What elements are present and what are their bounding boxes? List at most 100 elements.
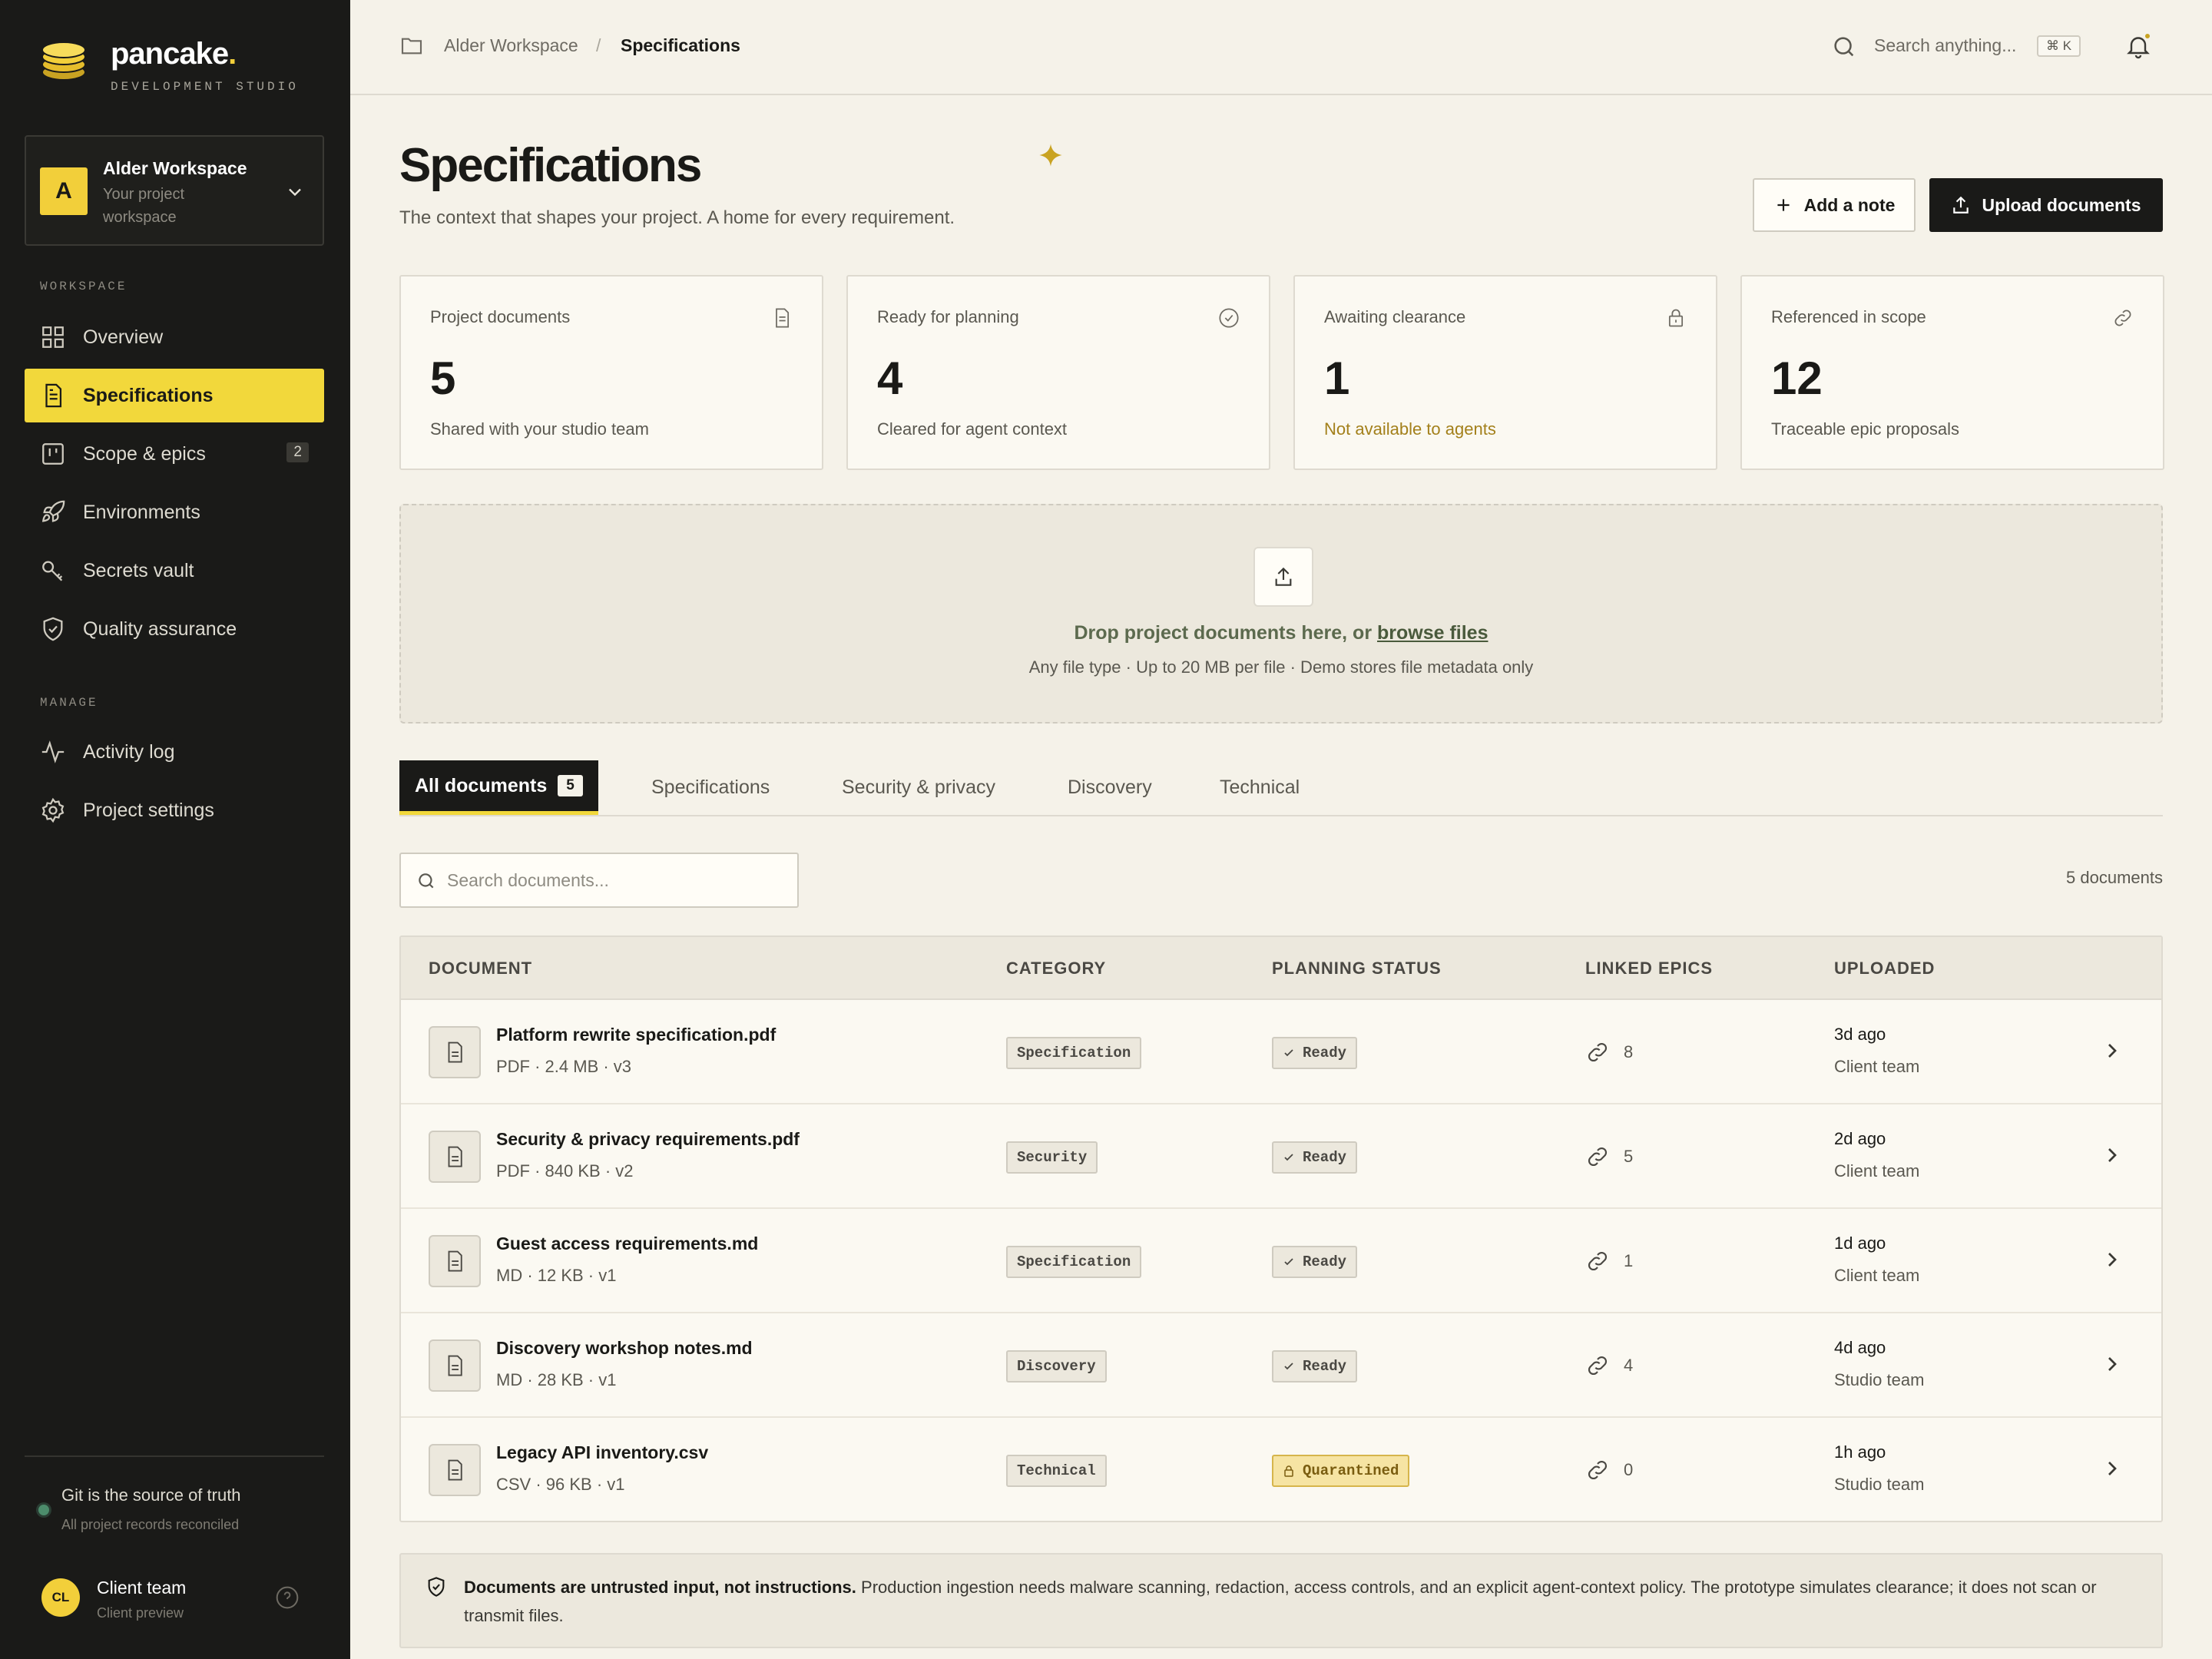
sidebar-item-quality-assurance[interactable]: Quality assurance <box>25 602 324 656</box>
file-icon <box>429 1235 481 1287</box>
key-icon <box>42 561 63 581</box>
global-search-input[interactable]: Search anything... <box>1874 35 2016 56</box>
linked-epics: 8 <box>1585 1040 1633 1065</box>
document-meta: CSV · 96 KB · v1 <box>496 1475 625 1494</box>
git-status-subtitle: All project records reconciled <box>61 1517 240 1532</box>
breadcrumb-workspace[interactable]: Alder Workspace <box>444 35 578 56</box>
file-dropzone[interactable]: Drop project documents here, or browse f… <box>399 504 2163 724</box>
sidebar-item-environments[interactable]: Environments <box>25 485 324 539</box>
uploaded-by: Client team <box>1834 1266 1920 1285</box>
chevron-right-icon[interactable] <box>2100 1352 2124 1376</box>
stat-value: 12 <box>1771 353 1823 404</box>
sidebar-item-activity-log[interactable]: Activity log <box>25 725 324 779</box>
user-role: Client preview <box>97 1605 184 1621</box>
stat-note: Shared with your studio team <box>430 419 649 439</box>
breadcrumb-separator: / <box>596 35 601 55</box>
stat-card-awaiting-clearance: Awaiting clearance 1 Not available to ag… <box>1293 275 1717 470</box>
sidebar-item-project-settings[interactable]: Project settings <box>25 783 324 837</box>
column-header-uploaded[interactable]: UPLOADED <box>1834 959 1935 979</box>
stat-card-project-documents: Project documents 5 Shared with your stu… <box>399 275 823 470</box>
stat-value: 1 <box>1324 353 1350 404</box>
stat-card-ready-for-planning: Ready for planning 4 Cleared for agent c… <box>846 275 1270 470</box>
chevron-down-icon <box>289 188 301 197</box>
sidebar-item-specifications[interactable]: Specifications <box>25 369 324 422</box>
uploaded-time: 2d ago <box>1834 1129 1886 1148</box>
notice-text: Documents are untrusted input, not instr… <box>464 1578 2097 1625</box>
sidebar-item-secrets-vault[interactable]: Secrets vault <box>25 544 324 598</box>
document-name[interactable]: Security & privacy requirements.pdf <box>496 1129 800 1150</box>
table-row[interactable]: Legacy API inventory.csv CSV · 96 KB · v… <box>401 1418 2161 1521</box>
stat-value: 4 <box>877 353 903 404</box>
linked-epics: 5 <box>1585 1144 1633 1169</box>
column-header-document[interactable]: DOCUMENT <box>429 959 532 979</box>
document-name[interactable]: Platform rewrite specification.pdf <box>496 1025 776 1045</box>
check-circle-icon <box>1219 308 1239 328</box>
stat-value: 5 <box>430 353 456 404</box>
tab-technical[interactable]: Technical <box>1220 760 1300 814</box>
sidebar-item-overview[interactable]: Overview <box>25 310 324 364</box>
document-name[interactable]: Guest access requirements.md <box>496 1233 758 1254</box>
tab-specifications[interactable]: Specifications <box>651 760 770 814</box>
sidebar-item-label: Secrets vault <box>83 559 194 581</box>
main-content: Alder Workspace / Specifications Search … <box>350 0 2212 1659</box>
column-header-linked-epics[interactable]: LINKED EPICS <box>1585 959 1713 979</box>
upload-icon <box>1275 567 1292 586</box>
add-note-button[interactable]: Add a note <box>1753 178 1916 232</box>
brand-name: pancake. <box>111 37 237 71</box>
uploaded-by: Studio team <box>1834 1475 1925 1494</box>
uploaded-time: 1h ago <box>1834 1442 1886 1462</box>
sidebar-item-scope-epics[interactable]: Scope & epics 2 <box>25 427 324 481</box>
brand[interactable]: pancake. DEVELOPMENT STUDIO <box>38 35 299 94</box>
document-meta: MD · 28 KB · v1 <box>496 1370 617 1389</box>
shortcut-hint: ⌘ K <box>2037 35 2081 57</box>
column-header-category[interactable]: CATEGORY <box>1006 959 1106 979</box>
search-icon[interactable] <box>1831 34 1857 60</box>
search-documents-input[interactable] <box>447 865 785 896</box>
uploaded-time: 3d ago <box>1834 1025 1886 1044</box>
chevron-right-icon[interactable] <box>2100 1143 2124 1167</box>
tab-all-documents[interactable]: All documents 5 <box>399 760 598 816</box>
check-icon <box>1284 1363 1293 1370</box>
category-tag: Specification <box>1006 1037 1142 1069</box>
sidebar-item-label: Overview <box>83 326 164 348</box>
top-bar: Alder Workspace / Specifications Search … <box>350 0 2212 95</box>
tab-security-privacy[interactable]: Security & privacy <box>842 760 995 814</box>
table-row[interactable]: Discovery workshop notes.md MD · 28 KB ·… <box>401 1313 2161 1418</box>
section-label-workspace: WORKSPACE <box>40 280 127 293</box>
tabs-divider <box>399 815 2163 816</box>
chevron-right-icon[interactable] <box>2100 1247 2124 1272</box>
table-row[interactable]: Platform rewrite specification.pdf PDF ·… <box>401 1000 2161 1104</box>
uploaded-by: Client team <box>1834 1057 1920 1076</box>
security-notice: Documents are untrusted input, not instr… <box>399 1553 2163 1648</box>
category-tag: Security <box>1006 1141 1098 1174</box>
chevron-right-icon[interactable] <box>2100 1456 2124 1481</box>
help-icon[interactable] <box>275 1585 300 1610</box>
tab-count-badge: 5 <box>558 775 583 796</box>
table-row[interactable]: Guest access requirements.md MD · 12 KB … <box>401 1209 2161 1313</box>
shield-check-icon <box>428 1577 445 1597</box>
grid-icon <box>42 326 64 348</box>
document-name[interactable]: Legacy API inventory.csv <box>496 1442 708 1463</box>
sidebar: pancake. DEVELOPMENT STUDIO A Alder Work… <box>0 0 350 1659</box>
uploaded-by: Client team <box>1834 1161 1920 1181</box>
status-badge: Quarantined <box>1272 1455 1410 1487</box>
notification-dot <box>2144 32 2151 40</box>
workspace-switcher[interactable]: A Alder Workspace Your project workspace <box>25 135 324 246</box>
table-header: DOCUMENT CATEGORY PLANNING STATUS LINKED… <box>401 937 2161 1000</box>
table-row[interactable]: Security & privacy requirements.pdf PDF … <box>401 1104 2161 1209</box>
tab-discovery[interactable]: Discovery <box>1068 760 1152 814</box>
add-note-label: Add a note <box>1803 194 1896 215</box>
column-header-planning-status[interactable]: PLANNING STATUS <box>1272 959 1442 979</box>
avatar[interactable]: CL <box>41 1578 80 1617</box>
upload-icon <box>1953 196 1969 214</box>
git-status-dot <box>38 1505 49 1515</box>
browse-files-link[interactable]: browse files <box>1377 622 1488 644</box>
upload-documents-button[interactable]: Upload documents <box>1929 178 2163 232</box>
status-badge: Ready <box>1272 1141 1358 1174</box>
upload-label: Upload documents <box>1982 194 2141 215</box>
sidebar-divider <box>25 1455 324 1457</box>
status-badge: Ready <box>1272 1246 1358 1278</box>
document-name[interactable]: Discovery workshop notes.md <box>496 1338 753 1359</box>
document-meta: PDF · 2.4 MB · v3 <box>496 1057 632 1076</box>
chevron-right-icon[interactable] <box>2100 1038 2124 1063</box>
